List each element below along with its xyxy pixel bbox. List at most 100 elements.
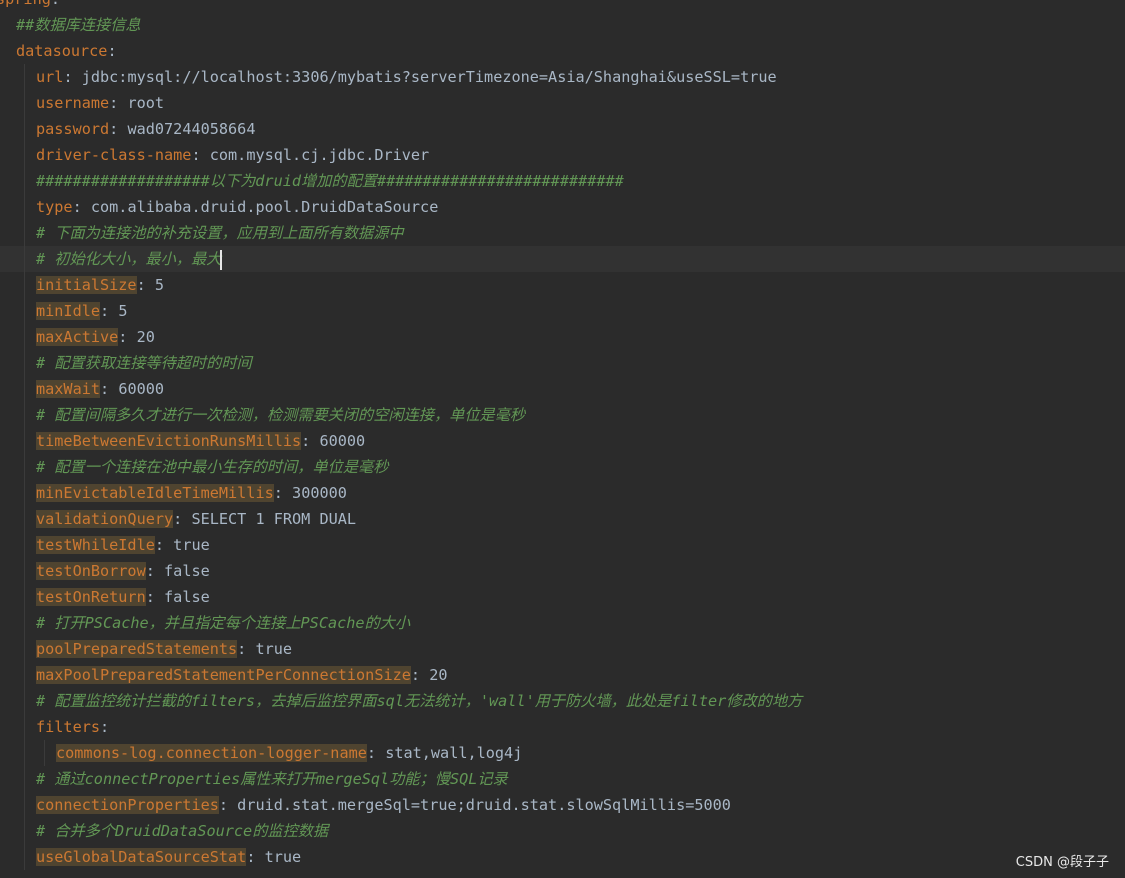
comment-line[interactable]: # 通过connectProperties属性来打开mergeSql功能；慢SQ… [0,766,1125,792]
indent-guide [24,246,25,272]
indent-guide [24,506,25,532]
code-line[interactable]: minIdle: 5 [0,298,1125,324]
indent-guide [24,298,25,324]
yaml-value: 300000 [292,484,347,502]
line-content: useGlobalDataSourceStat: true [36,844,301,870]
comment-line[interactable]: # 配置一个连接在池中最小生存的时间，单位是毫秒 [0,454,1125,480]
indent-guide [24,662,25,688]
line-content: maxPoolPreparedStatementPerConnectionSiz… [36,662,447,688]
code-line[interactable]: commons-log.connection-logger-name: stat… [0,740,1125,766]
code-line[interactable]: testWhileIdle: true [0,532,1125,558]
yaml-separator: : [72,198,91,216]
code-line[interactable]: connectionProperties: druid.stat.mergeSq… [0,792,1125,818]
line-content: maxActive: 20 [36,324,155,350]
yaml-key: initialSize [36,276,137,294]
yaml-value: 60000 [319,432,366,450]
yaml-key: minEvictableIdleTimeMillis [36,484,274,502]
code-line[interactable]: timeBetweenEvictionRunsMillis: 60000 [0,428,1125,454]
csdn-watermark: CSDN @段子子 [1015,855,1109,870]
indent-guide [24,636,25,662]
comment-line[interactable]: # 合并多个DruidDataSource的监控数据 [0,818,1125,844]
yaml-comment: # 配置一个连接在池中最小生存的时间，单位是毫秒 [36,458,389,476]
yaml-separator: : [145,562,165,580]
line-content: testWhileIdle: true [36,532,210,558]
yaml-key: minIdle [36,302,101,320]
yaml-key: commons-log.connection-logger-name [56,744,367,762]
yaml-comment: ###################以下为druid增加的配置########… [36,172,624,190]
line-content: timeBetweenEvictionRunsMillis: 60000 [36,428,365,454]
yaml-value: jdbc:mysql://localhost:3306/mybatis?serv… [81,68,777,86]
comment-line[interactable]: ##数据库连接信息 [0,12,1125,38]
code-line[interactable]: minEvictableIdleTimeMillis: 300000 [0,480,1125,506]
yaml-key: testOnBorrow [36,562,146,580]
yaml-value: false [164,588,210,606]
yaml-value: druid.stat.mergeSql=true;druid.stat.slow… [237,796,731,814]
line-content: ###################以下为druid增加的配置########… [36,168,624,194]
yaml-separator: : [63,68,82,86]
yaml-key: spring [0,0,51,8]
code-line[interactable]: spring: [0,0,1125,12]
yaml-key: maxActive [36,328,119,346]
code-line[interactable]: testOnReturn: false [0,584,1125,610]
yaml-key: useGlobalDataSourceStat [36,848,247,866]
code-area[interactable]: spring:##数据库连接信息datasource:url: jdbc:mys… [0,0,1125,870]
comment-line[interactable]: # 配置监控统计拦截的filters，去掉后监控界面sql无法统计，'wall'… [0,688,1125,714]
comment-line[interactable]: # 配置获取连接等待超时的时间 [0,350,1125,376]
indent-guide [24,714,25,740]
indent-guide [24,818,25,844]
code-line[interactable]: driver-class-name: com.mysql.cj.jdbc.Dri… [0,142,1125,168]
indent-guide [24,90,25,116]
code-editor[interactable]: spring:##数据库连接信息datasource:url: jdbc:mys… [0,0,1125,878]
code-line[interactable]: initialSize: 5 [0,272,1125,298]
yaml-separator: : [109,94,128,112]
code-line[interactable]: poolPreparedStatements: true [0,636,1125,662]
code-line[interactable]: url: jdbc:mysql://localhost:3306/mybatis… [0,64,1125,90]
indent-guide [24,792,25,818]
code-line[interactable]: maxPoolPreparedStatementPerConnectionSiz… [0,662,1125,688]
line-content: # 合并多个DruidDataSource的监控数据 [36,818,328,844]
code-line[interactable]: testOnBorrow: false [0,558,1125,584]
yaml-key: driver-class-name [36,146,192,164]
comment-line[interactable]: # 下面为连接池的补充设置，应用到上面所有数据源中 [0,220,1125,246]
indent-guide [44,740,45,766]
indent-guide [24,428,25,454]
code-line[interactable]: type: com.alibaba.druid.pool.DruidDataSo… [0,194,1125,220]
text-caret [220,249,223,270]
comment-line[interactable]: # 打开PSCache，并且指定每个连接上PSCache的大小 [0,610,1125,636]
yaml-key: password [36,120,110,138]
comment-line[interactable]: # 配置间隔多久才进行一次检测，检测需要关闭的空闲连接，单位是毫秒 [0,402,1125,428]
indent-guide [24,610,25,636]
yaml-separator: : [410,666,430,684]
code-line[interactable]: maxActive: 20 [0,324,1125,350]
indent-guide [24,480,25,506]
code-line[interactable]: datasource: [0,38,1125,64]
code-line[interactable]: username: root [0,90,1125,116]
yaml-separator: : [136,276,155,294]
code-line[interactable]: filters: [0,714,1125,740]
code-line[interactable]: maxWait: 60000 [0,376,1125,402]
indent-guide [24,740,25,766]
code-line[interactable]: password: wad07244058664 [0,116,1125,142]
comment-line[interactable]: # 初始化大小，最小，最大 [0,246,1125,272]
code-line[interactable]: useGlobalDataSourceStat: true [0,844,1125,870]
indent-guide [24,116,25,142]
yaml-value: 5 [154,276,165,294]
yaml-value: stat,wall,log4j [385,744,523,762]
yaml-key: maxWait [36,380,101,398]
code-line[interactable]: validationQuery: SELECT 1 FROM DUAL [0,506,1125,532]
indent-guide [24,168,25,194]
line-content: initialSize: 5 [36,272,164,298]
yaml-separator: : [109,120,128,138]
yaml-comment: # 配置获取连接等待超时的时间 [36,354,252,372]
indent-guide [24,194,25,220]
line-content: testOnBorrow: false [36,558,210,584]
line-content: minEvictableIdleTimeMillis: 300000 [36,480,347,506]
line-content: # 打开PSCache，并且指定每个连接上PSCache的大小 [36,610,410,636]
indent-guide [24,324,25,350]
yaml-value: true [255,640,293,658]
yaml-key: filters [36,718,101,736]
yaml-comment: # 初始化大小，最小，最大 [36,250,222,268]
yaml-value: false [164,562,210,580]
yaml-key: type [36,198,73,216]
comment-line[interactable]: ###################以下为druid增加的配置########… [0,168,1125,194]
